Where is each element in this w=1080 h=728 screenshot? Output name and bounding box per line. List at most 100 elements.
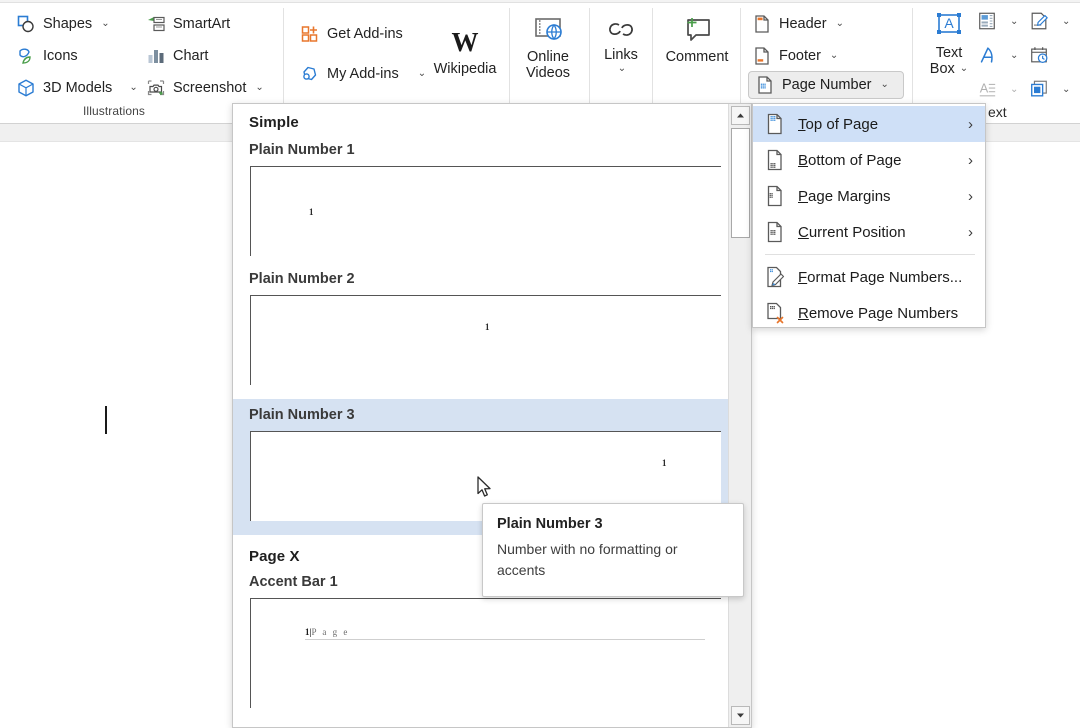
chevron-down-icon[interactable]: ⌄ — [830, 51, 838, 61]
menu-item-top-of-page[interactable]: Top of Page › — [753, 106, 985, 142]
menu-item-remove-page-numbers[interactable]: Remove Page Numbers — [753, 295, 985, 331]
menu-item-page-margins[interactable]: Page Margins › — [753, 178, 985, 214]
menu-accel-key: C — [798, 223, 809, 241]
chevron-down-icon[interactable]: ⌄ — [1010, 51, 1018, 61]
header-button[interactable]: Header ⌄ — [748, 10, 848, 38]
chevron-down-icon[interactable]: ⌄ — [960, 64, 968, 74]
3d-models-button[interactable]: 3D Models ⌄ — [12, 74, 142, 102]
links-label: Links — [604, 47, 638, 63]
wikipedia-button[interactable]: W Wikipedia — [430, 26, 500, 77]
gallery-item-preview: 1|P a g e — [250, 598, 721, 708]
screenshot-button[interactable]: Screenshot ⌄ — [142, 74, 268, 102]
comment-button[interactable]: Comment — [664, 14, 730, 65]
menu-label-rest: ormat Page Numbers... — [807, 268, 963, 286]
chevron-down-icon[interactable]: ⌄ — [129, 83, 137, 93]
menu-item-format-page-numbers[interactable]: Format Page Numbers... — [753, 259, 985, 295]
get-addins-button[interactable]: Get Add-ins — [296, 20, 407, 48]
menu-item-label: Format Page Numbers... — [798, 269, 962, 286]
date-time-icon — [1029, 45, 1049, 67]
drop-cap-icon: A — [977, 79, 997, 101]
ribbon-group-illustrations: Shapes ⌄ Icons 3D Models ⌄ SmartArt Char… — [0, 4, 264, 120]
drop-cap-button[interactable]: A ⌄ — [977, 76, 1018, 104]
gallery-scroll-content: Simple Plain Number 1 1 Plain Number 2 1… — [233, 104, 729, 727]
chevron-down-icon[interactable]: ⌄ — [101, 19, 109, 29]
page-number-label: Page Number — [782, 77, 872, 93]
text-box-button[interactable]: A Text Box ⌄ — [923, 10, 975, 77]
group-separator-5 — [740, 8, 741, 104]
gallery-item-plain-number-2[interactable]: Plain Number 2 1 — [233, 256, 729, 385]
chevron-down-icon[interactable]: ⌄ — [1062, 17, 1070, 27]
chevron-down-icon[interactable]: ⌄ — [880, 80, 888, 90]
menu-accel-key: R — [798, 304, 809, 322]
scroll-up-arrow-icon[interactable] — [731, 106, 750, 125]
menu-item-label: Page Margins — [798, 188, 891, 205]
svg-text:A: A — [944, 15, 954, 31]
wordart-button[interactable]: ⌄ — [977, 42, 1018, 70]
scroll-down-arrow-icon[interactable] — [731, 706, 750, 725]
menu-accel-key: P — [798, 187, 809, 205]
menu-accel-key: B — [798, 151, 809, 169]
my-addins-button[interactable]: My Add-ins ⌄ — [296, 60, 430, 88]
page-number-dropdown-menu: Top of Page › Bottom of Page › Page Marg… — [752, 103, 986, 328]
quick-parts-icon — [977, 11, 997, 33]
chevron-down-icon[interactable]: ⌄ — [1062, 85, 1070, 95]
wordart-icon — [977, 45, 997, 67]
smartart-icon — [146, 14, 166, 34]
text-box-label-2: Box — [929, 61, 955, 77]
online-videos-button[interactable]: Online Videos — [516, 14, 580, 81]
accent-word: P a g e — [311, 627, 350, 637]
chart-button[interactable]: Chart — [142, 42, 212, 70]
format-page-numbers-icon — [765, 266, 785, 288]
page-margins-number-icon — [765, 185, 785, 207]
footer-button[interactable]: Footer ⌄ — [748, 42, 842, 70]
chart-label: Chart — [173, 48, 209, 64]
wikipedia-icon: W — [451, 27, 479, 57]
chevron-down-icon[interactable]: ⌄ — [418, 69, 426, 79]
chevron-down-icon[interactable]: ⌄ — [618, 64, 626, 74]
shapes-button[interactable]: Shapes ⌄ — [12, 10, 114, 38]
svg-text:A: A — [980, 81, 989, 96]
menu-item-bottom-of-page[interactable]: Bottom of Page › — [753, 142, 985, 178]
menu-item-current-position[interactable]: Current Position › — [753, 214, 985, 250]
signature-line-button[interactable]: ⌄ — [1029, 8, 1070, 36]
online-videos-icon — [532, 14, 564, 46]
screenshot-icon — [146, 78, 166, 98]
page-number-button[interactable]: Page Number ⌄ — [748, 71, 904, 99]
chevron-down-icon[interactable]: ⌄ — [255, 83, 263, 93]
remove-page-numbers-icon — [765, 302, 785, 324]
menu-item-label: Current Position — [798, 224, 906, 241]
submenu-arrow-icon: › — [968, 151, 973, 169]
group-separator-1 — [283, 8, 284, 104]
3d-models-icon — [16, 78, 36, 98]
object-button[interactable]: ⌄ — [1029, 76, 1070, 104]
quick-parts-button[interactable]: ⌄ — [977, 8, 1018, 36]
3d-models-label: 3D Models — [43, 80, 113, 96]
menu-label-rest: urrent Position — [808, 223, 906, 241]
accent-bar-text: 1|P a g e — [305, 627, 705, 637]
smartart-button[interactable]: SmartArt — [142, 10, 234, 38]
preview-page-number: 1 — [662, 458, 667, 468]
gallery-scrollbar[interactable] — [728, 104, 751, 727]
my-addins-label: My Add-ins — [327, 66, 399, 82]
links-button[interactable]: Links ⌄ — [589, 18, 653, 74]
chevron-down-icon[interactable]: ⌄ — [836, 19, 844, 29]
text-box-icon: A — [933, 10, 965, 42]
icons-button[interactable]: Icons — [12, 42, 82, 70]
chart-icon — [146, 46, 166, 66]
chevron-down-icon[interactable]: ⌄ — [1010, 17, 1018, 27]
page-bottom-number-icon — [765, 149, 785, 171]
menu-label-rest: op of Page — [805, 115, 879, 133]
footer-page-icon — [752, 46, 772, 66]
word-page-number-gallery-screen: Shapes ⌄ Icons 3D Models ⌄ SmartArt Char… — [0, 0, 1080, 728]
menu-label-rest: age Margins — [808, 187, 891, 205]
online-videos-label-1: Online — [527, 49, 569, 65]
scrollbar-thumb[interactable] — [731, 128, 750, 238]
gallery-item-plain-number-1[interactable]: Plain Number 1 1 — [233, 131, 729, 256]
menu-item-label: Remove Page Numbers — [798, 305, 958, 322]
date-time-button[interactable] — [1029, 42, 1049, 70]
gallery-item-preview: 1 — [250, 295, 721, 385]
comment-label: Comment — [665, 49, 729, 65]
tooltip-description: Number with no formatting or accents — [497, 541, 678, 578]
chevron-down-icon[interactable]: ⌄ — [1010, 85, 1018, 95]
gallery-item-tooltip: Plain Number 3 Number with no formatting… — [482, 503, 744, 597]
